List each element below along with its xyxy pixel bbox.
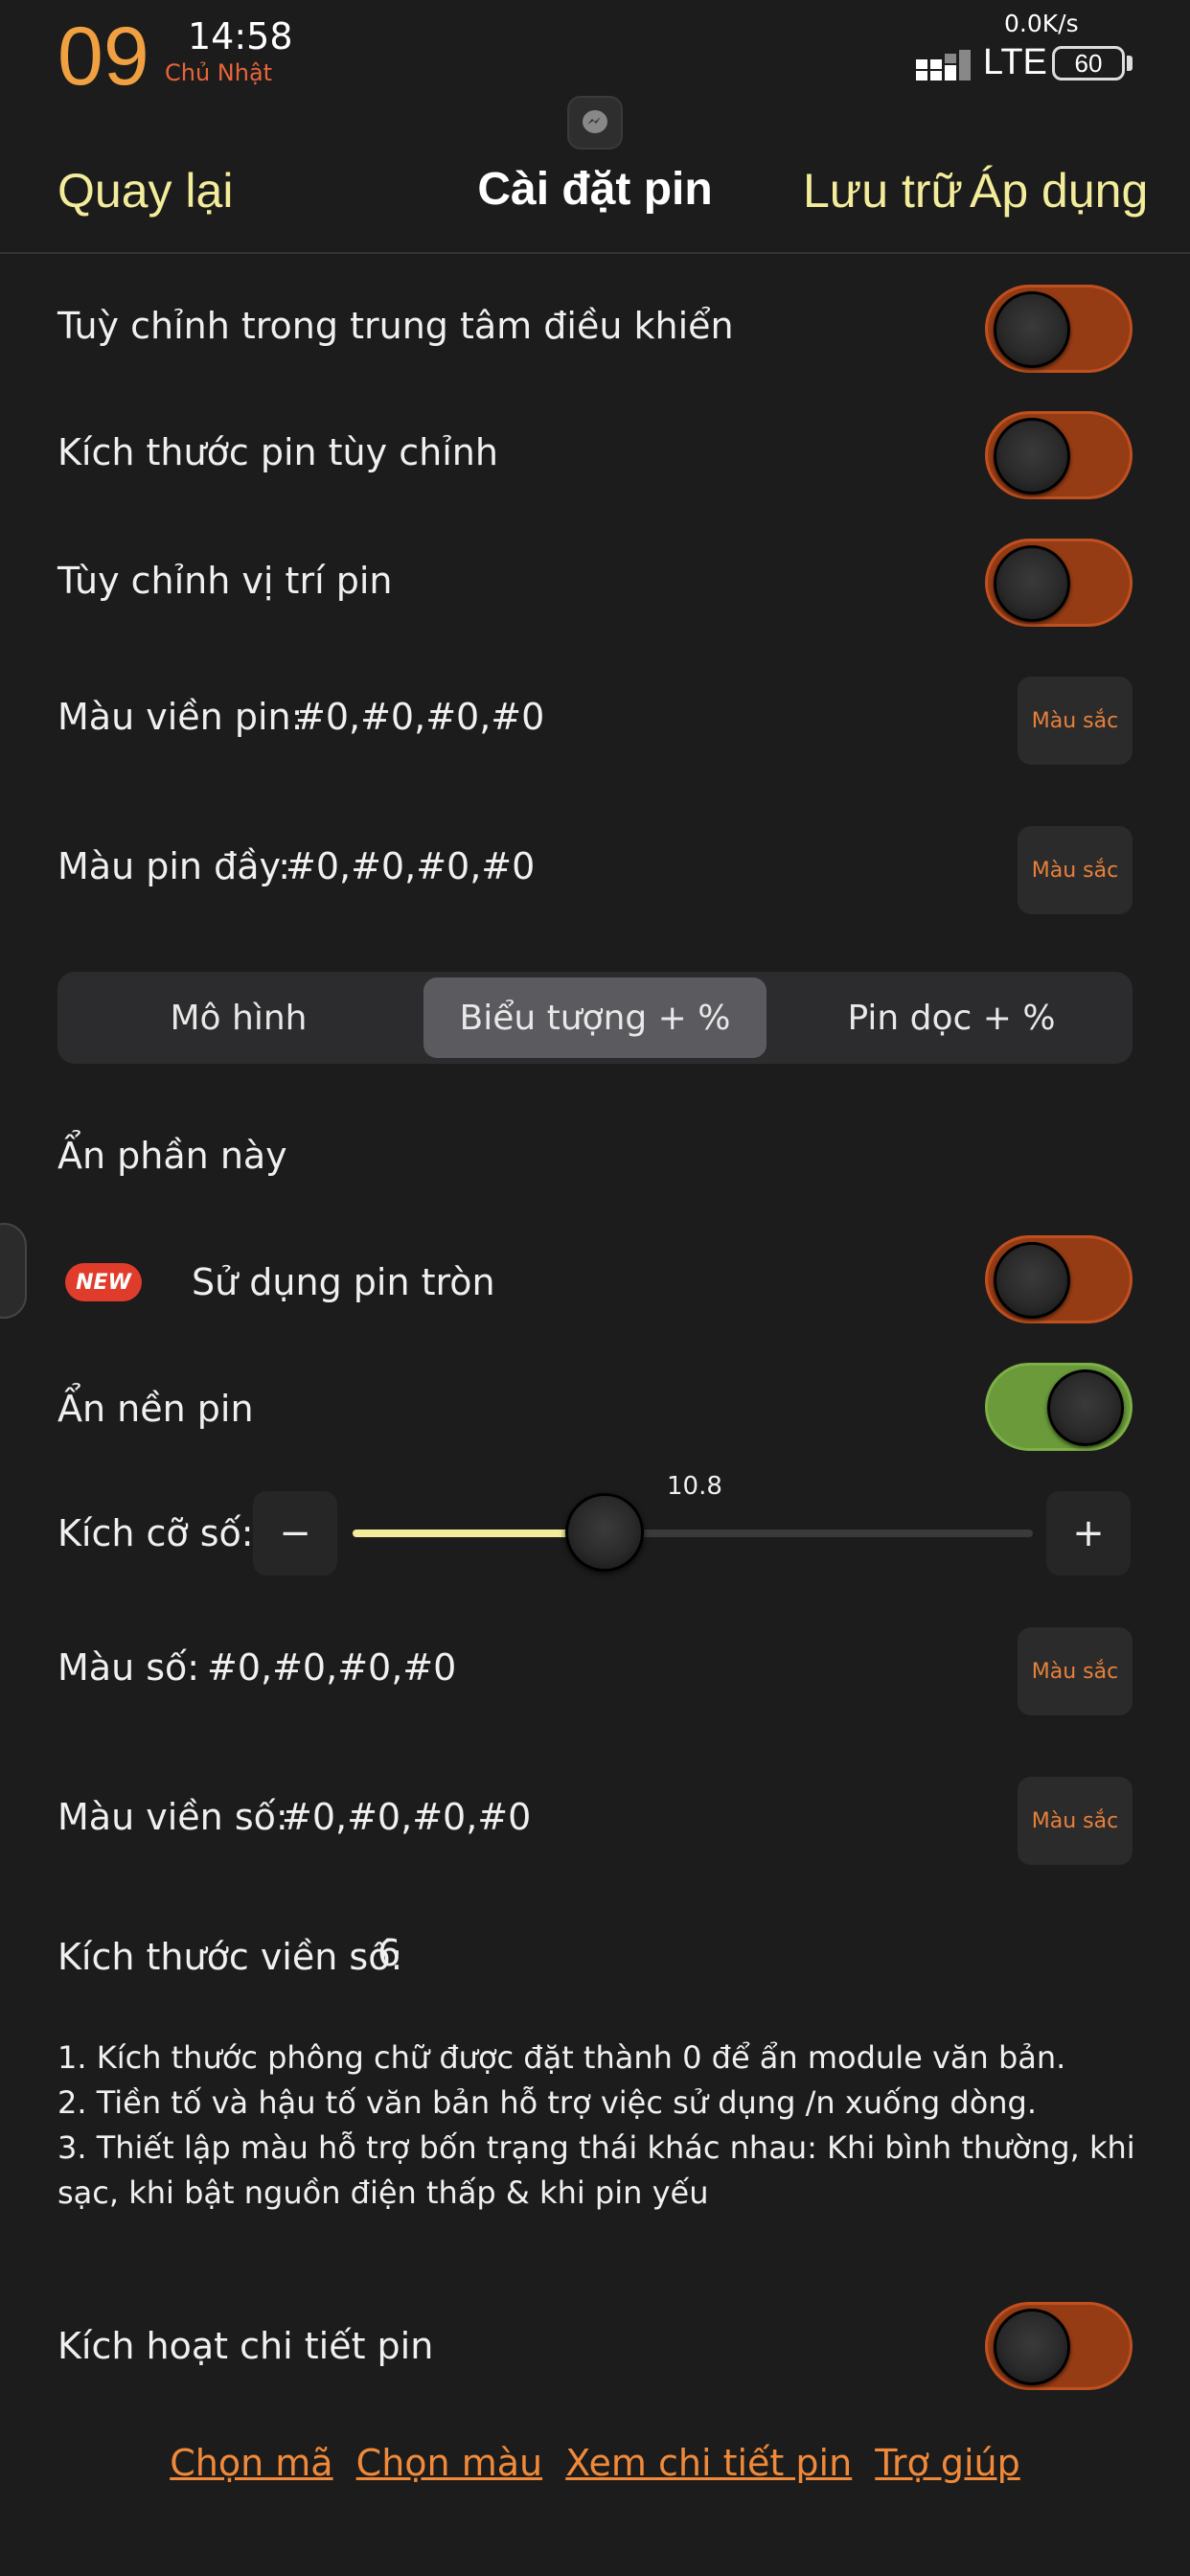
status-weekday: Chủ Nhật <box>165 59 273 86</box>
toggle-knob <box>994 545 1070 622</box>
number-color-value[interactable]: #0,#0,#0,#0 <box>207 1646 456 1689</box>
number-color-button[interactable]: Màu sắc <box>1018 1627 1133 1715</box>
network-speed: 0.0K/s <box>1004 10 1079 37</box>
round-battery-toggle[interactable] <box>985 1235 1133 1323</box>
hide-background-toggle[interactable] <box>985 1363 1133 1451</box>
enable-details-label: Kích hoạt chi tiết pin <box>57 2325 434 2367</box>
custom-size-toggle[interactable] <box>985 411 1133 499</box>
help-link[interactable]: Trợ giúp <box>875 2442 1019 2484</box>
status-time: 14:58 <box>188 15 293 58</box>
control-center-toggle[interactable] <box>985 285 1133 373</box>
notes-list: 1. Kích thước phông chữ được đặt thành 0… <box>57 2036 1140 2216</box>
apply-button[interactable]: Áp dụng <box>970 163 1148 218</box>
font-size-label: Kích cỡ số: <box>57 1512 254 1554</box>
increase-button[interactable]: + <box>1046 1491 1131 1576</box>
control-center-label: Tuỳ chỉnh trong trung tâm điều khiển <box>57 305 734 347</box>
new-badge: NEW <box>65 1263 142 1301</box>
custom-position-label: Tùy chỉnh vị trí pin <box>57 560 393 602</box>
save-button[interactable]: Lưu trữ <box>803 163 963 218</box>
network-type: LTE <box>983 42 1047 82</box>
border-color-value[interactable]: #0,#0,#0,#0 <box>295 696 544 738</box>
custom-position-toggle[interactable] <box>985 539 1133 627</box>
custom-size-label: Kích thước pin tùy chỉnh <box>57 431 498 473</box>
choose-color-link[interactable]: Chọn màu <box>356 2442 542 2484</box>
hide-section-title[interactable]: Ẩn phần này <box>57 1135 287 1177</box>
round-battery-label: Sử dụng pin tròn <box>192 1261 495 1303</box>
bottom-links: Chọn mã Chọn màu Xem chi tiết pin Trợ gi… <box>0 2442 1190 2484</box>
battery-tip <box>1127 56 1133 71</box>
segment-vertical-percent[interactable]: Pin dọc + % <box>776 978 1127 1058</box>
full-color-button[interactable]: Màu sắc <box>1018 826 1133 914</box>
number-border-color-value[interactable]: #0,#0,#0,#0 <box>282 1796 531 1838</box>
view-details-link[interactable]: Xem chi tiết pin <box>565 2442 852 2484</box>
side-drag-handle[interactable] <box>0 1223 27 1319</box>
toggle-knob <box>994 291 1070 368</box>
enable-details-toggle[interactable] <box>985 2302 1133 2390</box>
number-border-color-label: Màu viền số: <box>57 1796 288 1838</box>
choose-code-link[interactable]: Chọn mã <box>170 2442 332 2484</box>
nav-divider <box>0 252 1190 254</box>
toggle-knob <box>994 1242 1070 1319</box>
status-day: 09 <box>57 11 149 103</box>
display-mode-segmented: Mô hình Biểu tượng + % Pin dọc + % <box>57 972 1133 1064</box>
font-size-slider-knob[interactable] <box>564 1493 644 1572</box>
border-color-button[interactable]: Màu sắc <box>1018 677 1133 765</box>
messenger-bubble-icon[interactable] <box>567 96 623 150</box>
battery-icon: 60 <box>1052 46 1125 80</box>
number-border-size-label: Kích thước viền số: <box>57 1936 403 1978</box>
battery-level: 60 <box>1074 48 1103 78</box>
full-color-value[interactable]: #0,#0,#0,#0 <box>286 845 535 887</box>
full-color-label: Màu pin đầy: <box>57 845 291 887</box>
segment-model[interactable]: Mô hình <box>63 978 414 1058</box>
number-color-label: Màu số: <box>57 1646 200 1689</box>
font-size-value: 10.8 <box>667 1472 722 1501</box>
toggle-knob <box>994 418 1070 494</box>
decrease-button[interactable]: − <box>253 1491 337 1576</box>
hide-background-label: Ẩn nền pin <box>57 1388 254 1430</box>
number-border-size-value[interactable]: 6 <box>378 1932 400 1974</box>
note-item: 1. Kích thước phông chữ được đặt thành 0… <box>57 2039 1066 2076</box>
border-color-label: Màu viền pin: <box>57 696 304 738</box>
note-item: 3. Thiết lập màu hỗ trợ bốn trạng thái k… <box>57 2129 1135 2211</box>
toggle-knob <box>994 2309 1070 2385</box>
segment-icon-percent[interactable]: Biểu tượng + % <box>423 978 767 1058</box>
toggle-knob <box>1047 1369 1124 1446</box>
number-border-color-button[interactable]: Màu sắc <box>1018 1777 1133 1865</box>
note-item: 2. Tiền tố và hậu tố văn bản hỗ trợ việc… <box>57 2084 1038 2121</box>
signal-icon <box>916 50 971 80</box>
